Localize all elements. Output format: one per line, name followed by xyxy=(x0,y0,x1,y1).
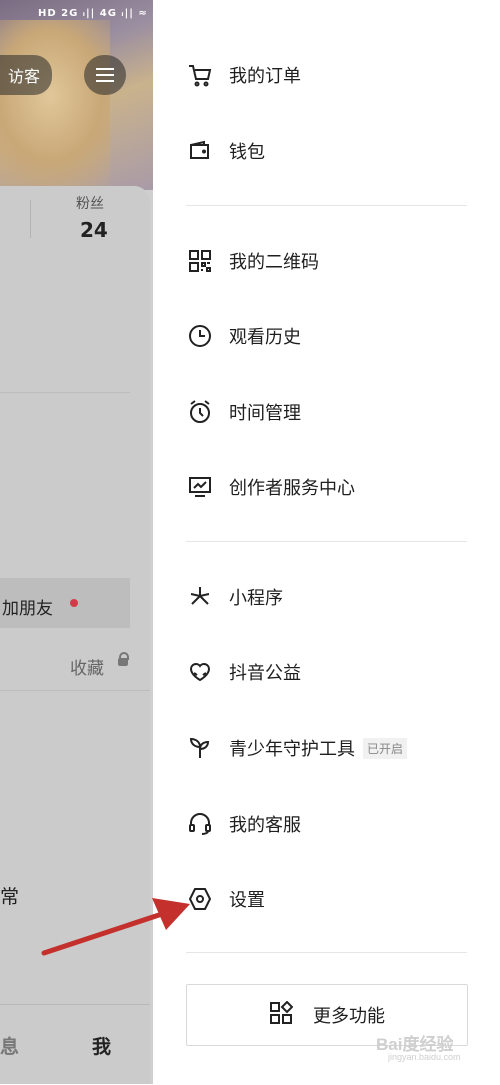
annotation-arrow xyxy=(41,898,190,956)
